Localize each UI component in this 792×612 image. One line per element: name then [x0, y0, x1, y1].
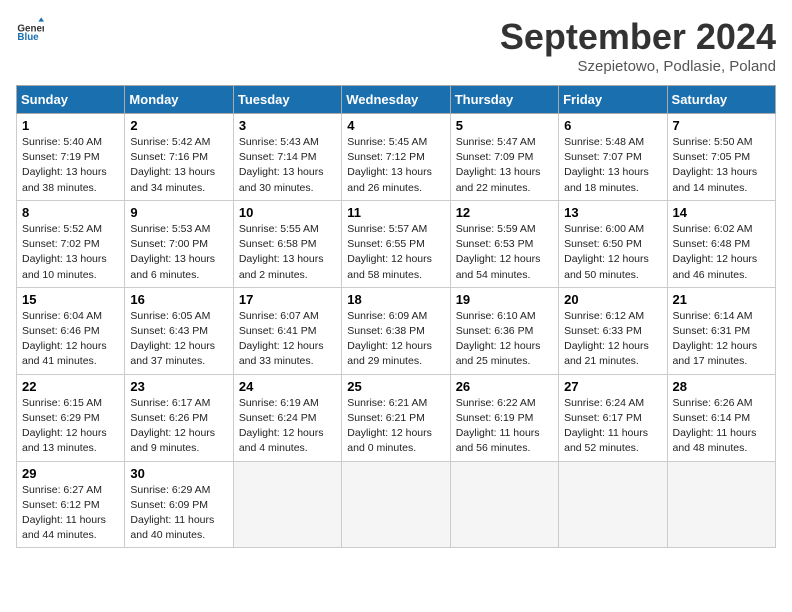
table-row: 26Sunrise: 6:22 AMSunset: 6:19 PMDayligh…	[450, 374, 558, 461]
table-row: 20Sunrise: 6:12 AMSunset: 6:33 PMDayligh…	[559, 287, 667, 374]
table-row: 16Sunrise: 6:05 AMSunset: 6:43 PMDayligh…	[125, 287, 233, 374]
table-row: 4Sunrise: 5:45 AMSunset: 7:12 PMDaylight…	[342, 114, 450, 201]
table-row: 2Sunrise: 5:42 AMSunset: 7:16 PMDaylight…	[125, 114, 233, 201]
calendar-week-2: 8Sunrise: 5:52 AMSunset: 7:02 PMDaylight…	[17, 200, 776, 287]
table-row: 5Sunrise: 5:47 AMSunset: 7:09 PMDaylight…	[450, 114, 558, 201]
header-row: Sunday Monday Tuesday Wednesday Thursday…	[17, 86, 776, 114]
table-row: 21Sunrise: 6:14 AMSunset: 6:31 PMDayligh…	[667, 287, 775, 374]
table-row: 25Sunrise: 6:21 AMSunset: 6:21 PMDayligh…	[342, 374, 450, 461]
table-row: 22Sunrise: 6:15 AMSunset: 6:29 PMDayligh…	[17, 374, 125, 461]
table-row: 8Sunrise: 5:52 AMSunset: 7:02 PMDaylight…	[17, 200, 125, 287]
table-row: 30Sunrise: 6:29 AMSunset: 6:09 PMDayligh…	[125, 461, 233, 548]
col-thursday: Thursday	[450, 86, 558, 114]
calendar-week-1: 1Sunrise: 5:40 AMSunset: 7:19 PMDaylight…	[17, 114, 776, 201]
svg-text:Blue: Blue	[17, 32, 39, 43]
calendar-week-5: 29Sunrise: 6:27 AMSunset: 6:12 PMDayligh…	[17, 461, 776, 548]
col-saturday: Saturday	[667, 86, 775, 114]
table-row: 9Sunrise: 5:53 AMSunset: 7:00 PMDaylight…	[125, 200, 233, 287]
table-row	[233, 461, 341, 548]
table-row	[450, 461, 558, 548]
title-block: September 2024 Szepietowo, Podlasie, Pol…	[500, 16, 776, 75]
month-title: September 2024	[500, 16, 776, 58]
table-row: 10Sunrise: 5:55 AMSunset: 6:58 PMDayligh…	[233, 200, 341, 287]
table-row: 12Sunrise: 5:59 AMSunset: 6:53 PMDayligh…	[450, 200, 558, 287]
table-row	[559, 461, 667, 548]
col-sunday: Sunday	[17, 86, 125, 114]
table-row	[667, 461, 775, 548]
col-monday: Monday	[125, 86, 233, 114]
table-row: 23Sunrise: 6:17 AMSunset: 6:26 PMDayligh…	[125, 374, 233, 461]
calendar-week-3: 15Sunrise: 6:04 AMSunset: 6:46 PMDayligh…	[17, 287, 776, 374]
table-row: 15Sunrise: 6:04 AMSunset: 6:46 PMDayligh…	[17, 287, 125, 374]
page-header: General Blue September 2024 Szepietowo, …	[16, 16, 776, 75]
table-row: 1Sunrise: 5:40 AMSunset: 7:19 PMDaylight…	[17, 114, 125, 201]
location: Szepietowo, Podlasie, Poland	[500, 58, 776, 75]
calendar-table: Sunday Monday Tuesday Wednesday Thursday…	[16, 85, 776, 548]
col-tuesday: Tuesday	[233, 86, 341, 114]
table-row: 11Sunrise: 5:57 AMSunset: 6:55 PMDayligh…	[342, 200, 450, 287]
table-row: 27Sunrise: 6:24 AMSunset: 6:17 PMDayligh…	[559, 374, 667, 461]
calendar-week-4: 22Sunrise: 6:15 AMSunset: 6:29 PMDayligh…	[17, 374, 776, 461]
table-row	[342, 461, 450, 548]
table-row: 3Sunrise: 5:43 AMSunset: 7:14 PMDaylight…	[233, 114, 341, 201]
table-row: 17Sunrise: 6:07 AMSunset: 6:41 PMDayligh…	[233, 287, 341, 374]
table-row: 14Sunrise: 6:02 AMSunset: 6:48 PMDayligh…	[667, 200, 775, 287]
table-row: 24Sunrise: 6:19 AMSunset: 6:24 PMDayligh…	[233, 374, 341, 461]
table-row: 13Sunrise: 6:00 AMSunset: 6:50 PMDayligh…	[559, 200, 667, 287]
logo: General Blue	[16, 16, 44, 44]
table-row: 29Sunrise: 6:27 AMSunset: 6:12 PMDayligh…	[17, 461, 125, 548]
logo-icon: General Blue	[16, 16, 44, 44]
table-row: 6Sunrise: 5:48 AMSunset: 7:07 PMDaylight…	[559, 114, 667, 201]
table-row: 19Sunrise: 6:10 AMSunset: 6:36 PMDayligh…	[450, 287, 558, 374]
table-row: 28Sunrise: 6:26 AMSunset: 6:14 PMDayligh…	[667, 374, 775, 461]
table-row: 7Sunrise: 5:50 AMSunset: 7:05 PMDaylight…	[667, 114, 775, 201]
col-wednesday: Wednesday	[342, 86, 450, 114]
col-friday: Friday	[559, 86, 667, 114]
table-row: 18Sunrise: 6:09 AMSunset: 6:38 PMDayligh…	[342, 287, 450, 374]
